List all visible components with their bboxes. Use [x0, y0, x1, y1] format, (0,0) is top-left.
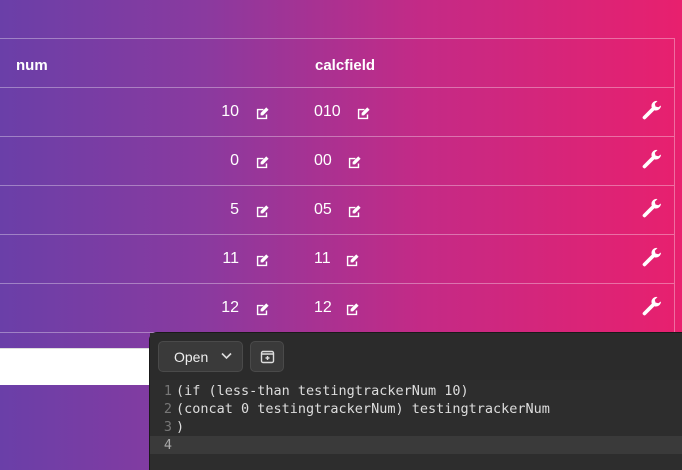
edit-icon[interactable]	[255, 155, 270, 170]
line-number: 2	[163, 401, 172, 417]
editor-toolbar: Open	[150, 333, 682, 380]
wrench-icon[interactable]	[640, 149, 664, 173]
edit-icon[interactable]	[347, 204, 362, 219]
num-cell: 5	[230, 201, 239, 218]
new-tab-icon	[260, 350, 274, 364]
chevron-down-icon	[221, 352, 232, 360]
calcfield-cell: 12	[314, 299, 332, 316]
edit-icon[interactable]	[255, 302, 270, 317]
code-line-current: 4	[150, 436, 682, 454]
open-button[interactable]: Open	[158, 341, 243, 372]
edit-icon[interactable]	[255, 106, 270, 121]
edit-icon[interactable]	[255, 204, 270, 219]
code-line: 1 (if (less-than testingtrackerNum 10)	[150, 382, 682, 400]
column-header-num[interactable]: num	[16, 57, 48, 74]
column-header-calcfield[interactable]: calcfield	[315, 57, 375, 74]
new-tab-button[interactable]	[250, 341, 284, 372]
code-line: 2 (concat 0 testingtrackerNum) testingtr…	[150, 400, 682, 418]
calcfield-cell: 05	[314, 201, 332, 218]
edit-icon[interactable]	[255, 253, 270, 268]
edit-icon[interactable]	[345, 253, 360, 268]
line-text: )	[176, 419, 185, 435]
text-editor-window: Open 1 (if (less-than testingtrackerNum …	[149, 332, 682, 470]
table-header-row: num calcfield	[0, 39, 674, 88]
code-area[interactable]: 1 (if (less-than testingtrackerNum 10) 2…	[150, 380, 682, 454]
table-row: 10 010	[0, 88, 674, 137]
edit-icon[interactable]	[345, 302, 360, 317]
num-cell: 11	[222, 250, 239, 267]
table-row: 11 11	[0, 235, 674, 284]
wrench-icon[interactable]	[640, 247, 664, 271]
line-text: (if (less-than testingtrackerNum 10)	[176, 383, 469, 399]
edit-icon[interactable]	[347, 155, 362, 170]
open-label: Open	[174, 348, 209, 365]
calcfield-cell: 00	[314, 152, 332, 169]
wrench-icon[interactable]	[640, 296, 664, 320]
white-input-strip[interactable]	[0, 348, 152, 385]
line-number: 1	[163, 383, 172, 399]
table-row: 0 00	[0, 137, 674, 186]
code-line: 3 )	[150, 418, 682, 436]
table-row: 12 12	[0, 284, 674, 333]
num-cell: 12	[221, 299, 239, 316]
records-table: num calcfield 10 010 0 00 5 05 11 11 12 …	[0, 38, 675, 333]
line-number: 3	[163, 419, 172, 435]
num-cell: 0	[230, 152, 239, 169]
edit-icon[interactable]	[356, 106, 371, 121]
wrench-icon[interactable]	[640, 100, 664, 124]
wrench-icon[interactable]	[640, 198, 664, 222]
calcfield-cell: 11	[314, 250, 331, 267]
num-cell: 10	[221, 103, 239, 120]
calcfield-cell: 010	[314, 103, 341, 120]
table-row: 5 05	[0, 186, 674, 235]
line-number: 4	[163, 437, 172, 453]
line-text: (concat 0 testingtrackerNum) testingtrac…	[176, 401, 550, 417]
